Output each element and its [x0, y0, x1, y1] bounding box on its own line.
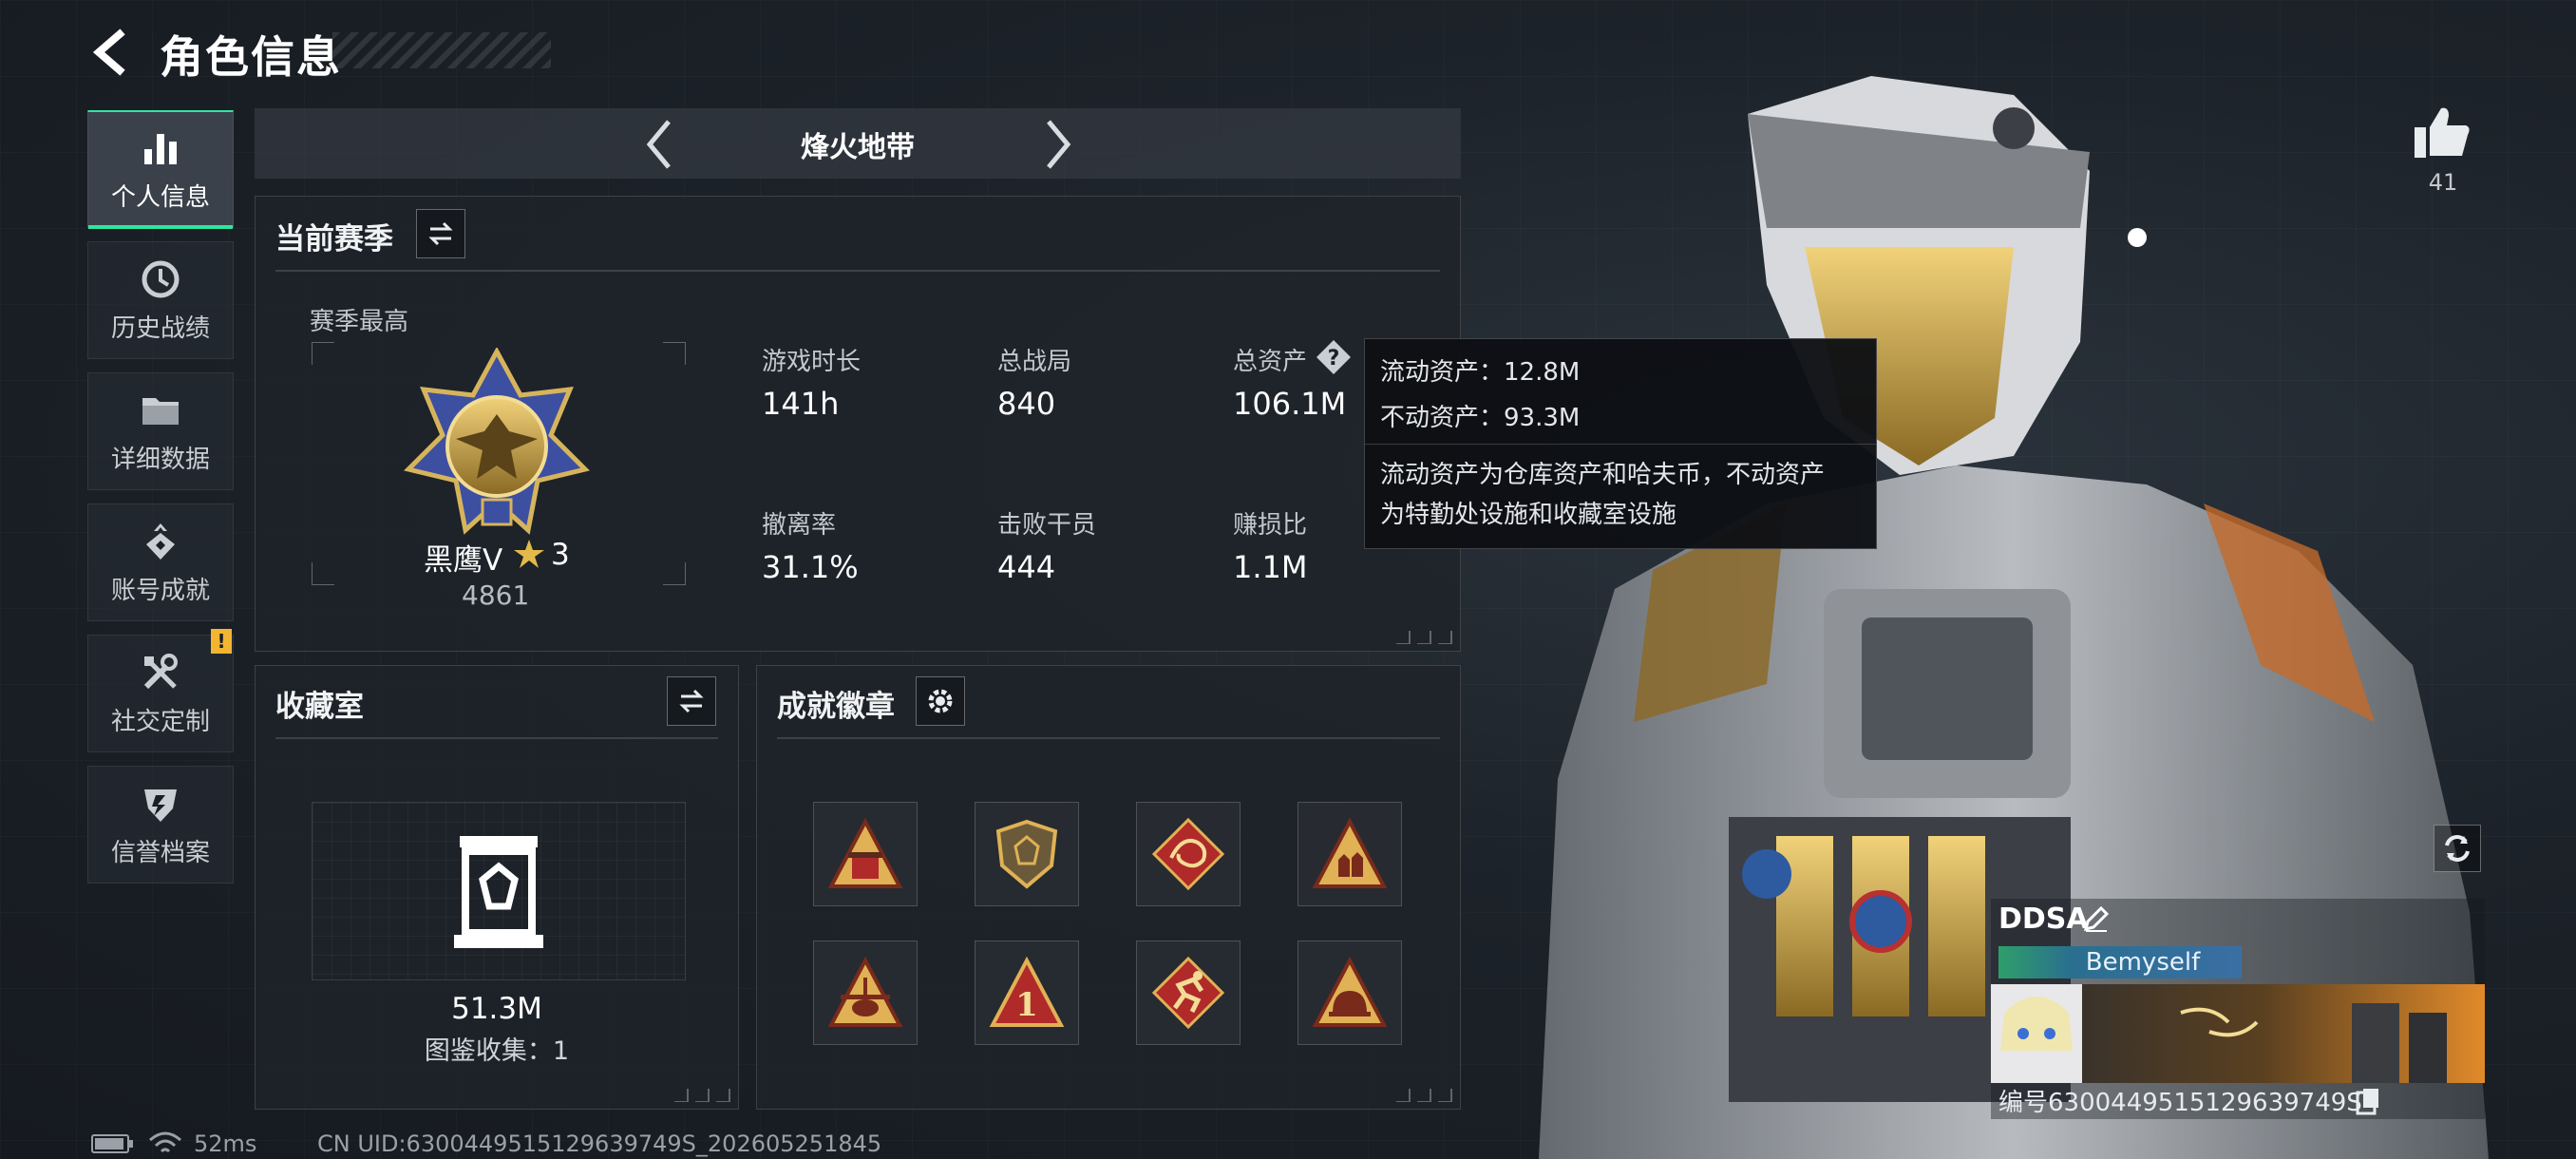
copy-icon[interactable] [2356, 1087, 2380, 1115]
back-arrow-icon[interactable] [87, 28, 135, 76]
collection-vault-icon [454, 836, 543, 948]
page-title: 角色信息 [160, 31, 342, 83]
refresh-button[interactable] [2434, 825, 2481, 872]
network-latency: 52ms [194, 1130, 257, 1157]
chevron-right-icon[interactable] [1039, 116, 1077, 173]
wifi-icon [149, 1131, 181, 1153]
player-id-number: 编号6300449515129639749S [1998, 1089, 2362, 1117]
catalog-collection-count: 图鉴收集：1 [424, 1036, 570, 1066]
badge-number-one-icon[interactable]: 1 [975, 940, 1079, 1045]
nav-item-history[interactable]: 历史战绩 [87, 241, 234, 359]
svg-text:1: 1 [1015, 986, 1038, 1024]
fixed-assets-line: 不动资产：93.3M [1380, 404, 1581, 432]
stat-label-profit-loss-ratio: 赚损比 [1233, 511, 1308, 540]
swap-icon [428, 221, 453, 246]
badge-soldiers-icon[interactable] [1297, 802, 1402, 906]
help-icon[interactable]: ? [1315, 338, 1353, 376]
badge-triangle-crate-icon[interactable] [813, 802, 918, 906]
nav-label: 社交定制 [110, 707, 210, 736]
stat-label-total-assets: 总资产 [1233, 348, 1308, 376]
season-switch-button[interactable] [416, 209, 465, 258]
divider [275, 737, 718, 739]
collection-room-title: 收藏室 [275, 690, 364, 724]
nav-item-detailed-data[interactable]: 详细数据 [87, 372, 234, 490]
player-name: DDSA [1998, 902, 2089, 936]
account-uid: CN UID:6300449515129639749S_202605251845 [317, 1130, 882, 1157]
tools-icon [143, 653, 178, 689]
nav-label: 个人信息 [110, 183, 210, 212]
stat-label-playtime: 游戏时长 [762, 348, 862, 376]
badge-settings-button[interactable] [916, 676, 965, 726]
stat-label-extraction-rate: 撤离率 [762, 511, 837, 540]
folder-icon [142, 397, 179, 425]
rank-stars-count: 3 [551, 538, 570, 572]
bar-chart-icon [144, 134, 177, 164]
nav-item-personal-info[interactable]: 个人信息 [87, 110, 234, 229]
nav-label: 历史战绩 [110, 314, 210, 343]
stat-value-total-assets: 106.1M [1233, 386, 1347, 422]
achievement-icon [146, 522, 175, 560]
history-icon [142, 260, 180, 297]
collection-switch-button[interactable] [667, 676, 716, 726]
battery-icon [91, 1134, 133, 1153]
like-thumbs-up-icon[interactable] [2413, 104, 2472, 160]
stat-label-total-matches: 总战局 [997, 348, 1072, 376]
game-mode-name: 烽火地带 [801, 131, 915, 164]
achievement-badges-title: 成就徽章 [777, 690, 895, 724]
rank-points: 4861 [462, 580, 530, 611]
current-season-title: 当前赛季 [275, 222, 393, 256]
player-banner-image [1991, 984, 2485, 1083]
stat-value-profit-loss-ratio: 1.1M [1233, 549, 1308, 585]
player-tag: Bemyself [2085, 948, 2201, 977]
badge-runner-icon[interactable] [1136, 940, 1241, 1045]
badge-shield-icon[interactable] [975, 802, 1079, 906]
swap-icon [679, 689, 704, 713]
divider [275, 270, 1440, 272]
stat-label-operators-defeated: 击败干员 [997, 511, 1097, 540]
rank-emblem-icon [404, 348, 590, 535]
stat-value-total-matches: 840 [997, 386, 1056, 422]
season-best-label: 赛季最高 [310, 308, 409, 336]
notification-badge: ! [211, 629, 232, 654]
tooltip-description-line-1: 流动资产为仓库资产和哈夫币，不动资产 [1380, 461, 1826, 489]
nav-item-credit-record[interactable]: 信誉档案 [87, 766, 234, 884]
nav-item-achievements[interactable]: 账号成就 [87, 504, 234, 621]
panel-corner-decoration [1396, 631, 1452, 644]
panel-corner-decoration [674, 1089, 730, 1102]
nav-label: 信誉档案 [110, 838, 210, 867]
star-icon [514, 540, 544, 568]
divider [777, 737, 1440, 739]
like-count: 41 [2428, 169, 2458, 196]
stat-value-extraction-rate: 31.1% [762, 549, 859, 585]
badge-helmet-icon[interactable] [1297, 940, 1402, 1045]
rank-name: 黑鹰Ⅴ [424, 543, 503, 578]
gear-icon [928, 689, 953, 713]
credit-shield-icon [144, 788, 177, 822]
tooltip-divider [1365, 444, 1876, 445]
nav-label: 详细数据 [110, 445, 210, 474]
refresh-icon [2445, 835, 2470, 862]
title-decoration [332, 32, 551, 68]
nav-label: 账号成就 [110, 576, 210, 605]
stat-value-playtime: 141h [762, 386, 840, 422]
collection-value: 51.3M [451, 992, 542, 1026]
badge-helicopter-icon[interactable] [813, 940, 918, 1045]
svg-text:?: ? [1328, 347, 1340, 370]
panel-corner-decoration [1396, 1089, 1452, 1102]
assets-tooltip: 流动资产：12.8M 不动资产：93.3M 流动资产为仓库资产和哈夫币，不动资产… [1364, 338, 1877, 549]
liquid-assets-line: 流动资产：12.8M [1380, 358, 1581, 387]
badge-dragon-icon[interactable] [1136, 802, 1241, 906]
stat-value-operators-defeated: 444 [997, 549, 1056, 585]
edit-pencil-icon[interactable] [2082, 904, 2111, 933]
tooltip-description-line-2: 为特勤处设施和收藏室设施 [1380, 501, 1677, 529]
